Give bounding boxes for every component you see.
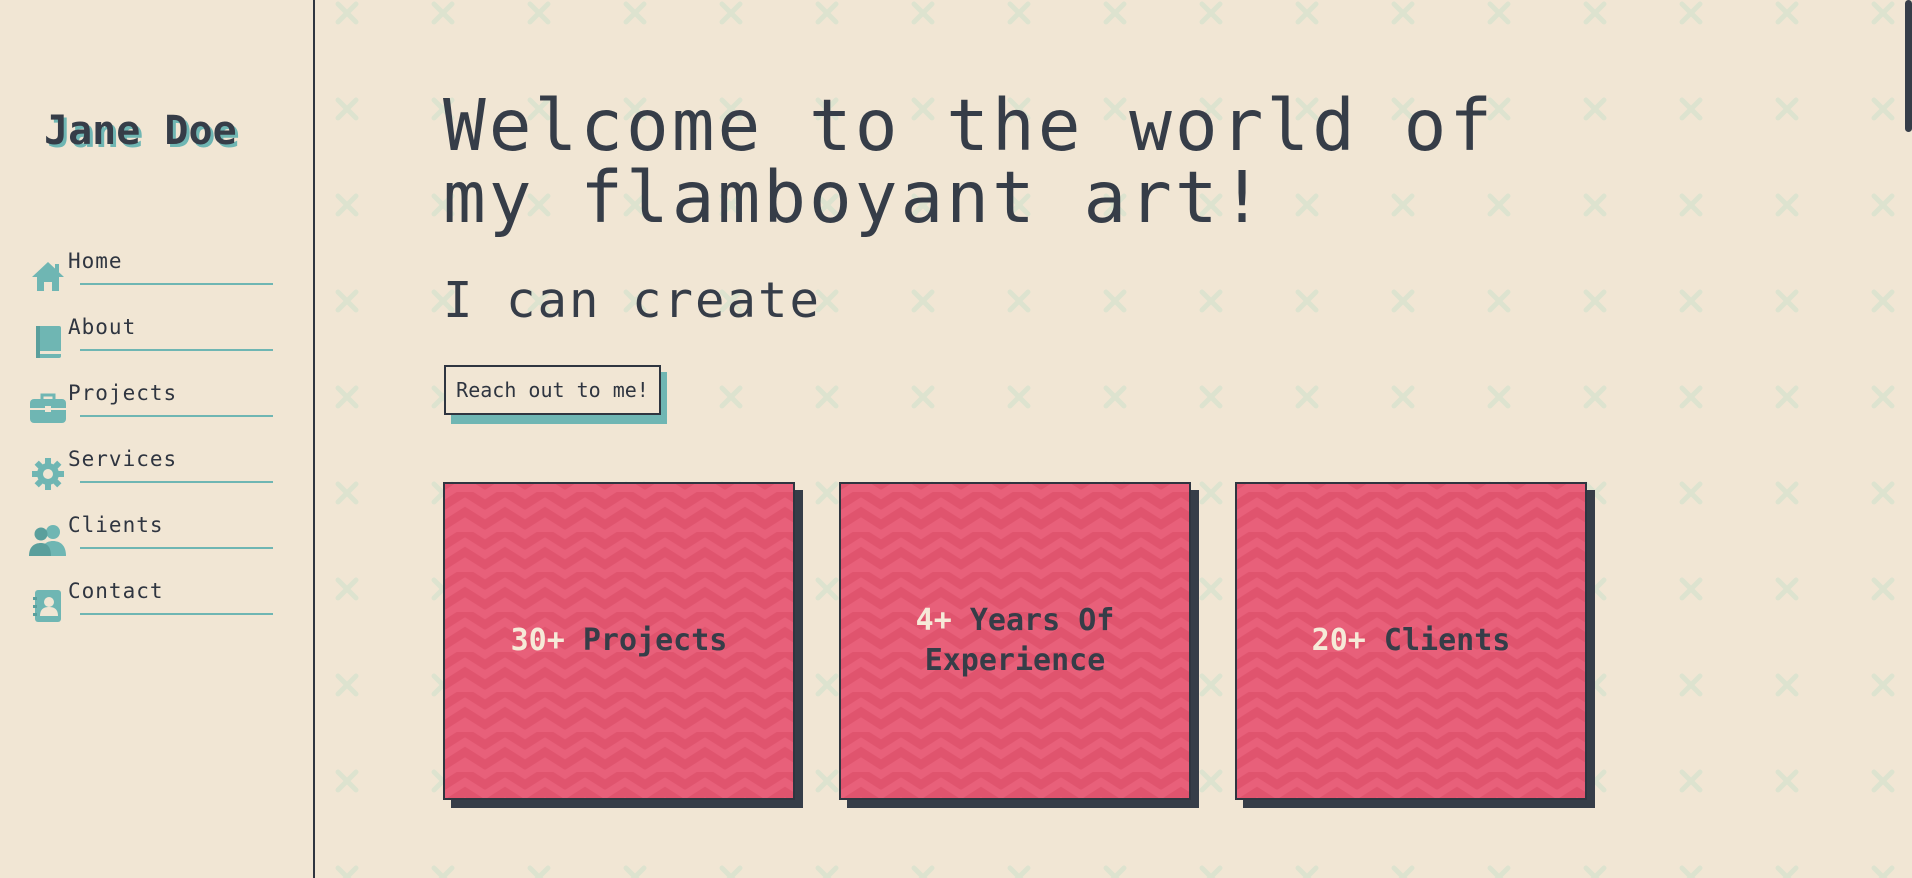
card-face: 30+ Projects [443,482,795,800]
stat-label: 30+ Projects [445,484,793,798]
reach-out-button[interactable]: Reach out to me! [444,365,661,415]
card-face: 4+ Years Of Experience [839,482,1191,800]
stat-text: Projects [582,623,728,658]
stat-number: 30+ [510,623,565,658]
sidebar-item-contact[interactable]: Contact [28,575,278,641]
stat-number: 20+ [1311,623,1366,658]
sidebar-item-label[interactable]: Services [68,447,177,471]
stat-number: 4+ [915,603,952,638]
sidebar-item-home[interactable]: Home [28,245,278,311]
sidebar-nav: Home About Projects Services Clients Con… [28,245,278,641]
stat-text: Years Of Experience [924,603,1115,678]
brand-name[interactable]: Jane Doe [44,108,237,154]
sidebar-item-about[interactable]: About [28,311,278,377]
contact-card-icon [28,587,68,625]
sidebar-item-label[interactable]: Clients [68,513,164,537]
sidebar-item-projects[interactable]: Projects [28,377,278,443]
sidebar-item-label[interactable]: Projects [68,381,177,405]
hero-subtitle: I can create [443,272,822,329]
stat-text: Clients [1383,623,1511,658]
stat-label: 4+ Years Of Experience [841,484,1189,798]
sidebar-item-label[interactable]: Home [68,249,123,273]
card-face: 20+ Clients [1235,482,1587,800]
hero-title-line-2: my flamboyant art! [443,156,1267,239]
cta-container: Reach out to me! [444,365,667,424]
gear-icon [28,455,68,493]
stat-label: 20+ Clients [1237,484,1585,798]
hero-title: Welcome to the world of my flamboyant ar… [443,90,1643,234]
scrollbar-thumb[interactable] [1905,0,1912,132]
sidebar-item-label[interactable]: About [68,315,136,339]
briefcase-icon [28,389,68,427]
home-icon [28,257,68,295]
sidebar-item-label[interactable]: Contact [68,579,164,603]
stat-card-projects: 30+ Projects [443,482,803,808]
sidebar: Jane Doe Home About Projects Services Cl… [0,0,315,878]
book-icon [28,323,68,361]
hero-title-line-1: Welcome to the world of [443,84,1496,167]
main-content: Welcome to the world of my flamboyant ar… [315,0,1912,878]
stat-card-clients: 20+ Clients [1235,482,1595,808]
sidebar-item-clients[interactable]: Clients [28,509,278,575]
sidebar-item-services[interactable]: Services [28,443,278,509]
stat-card-experience: 4+ Years Of Experience [839,482,1199,808]
users-icon [28,521,68,559]
